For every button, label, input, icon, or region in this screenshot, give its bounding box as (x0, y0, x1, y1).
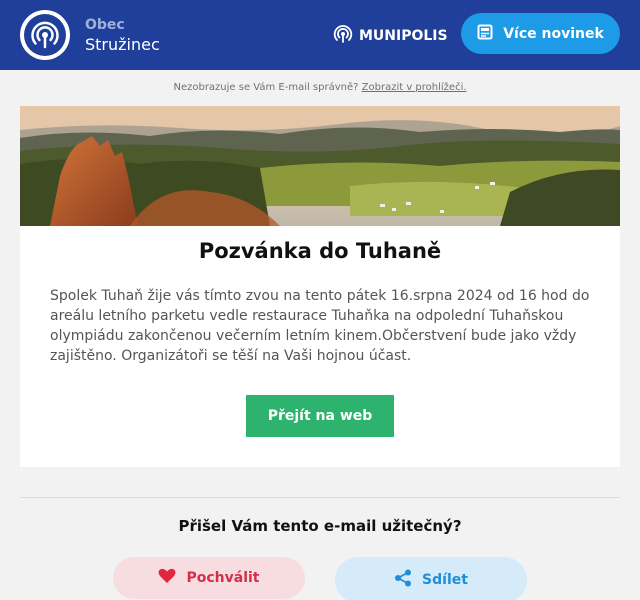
heart-icon (158, 568, 176, 588)
article-card: Pozvánka do Tuhaně Spolek Tuhaň žije vás… (20, 106, 620, 467)
newspaper-icon (477, 24, 493, 44)
share-button[interactable]: Sdílet (335, 557, 527, 600)
notice-text: Nezobrazuje se Vám E-mail správně? (173, 82, 359, 93)
town-name: Stružinec (85, 35, 160, 54)
feedback-question: Přišel Vám tento e-mail užitečný? (178, 517, 462, 535)
view-in-browser-link[interactable]: Zobrazit v prohlížeči. (362, 82, 467, 93)
town-logo[interactable] (20, 10, 70, 60)
article-body: Spolek Tuhaň žije vás tímto zvou na tent… (50, 288, 590, 364)
divider (20, 497, 620, 498)
more-news-button[interactable]: Více novinek (461, 13, 620, 54)
article-title: Pozvánka do Tuhaně (198, 239, 442, 263)
broadcast-icon (24, 14, 66, 56)
brand-name: MUNIPOLIS (359, 28, 448, 44)
hero-image (20, 106, 620, 226)
display-notice: Nezobrazuje se Vám E-mail správně? Zobra… (0, 82, 640, 93)
header: Obec Stružinec MUNIPOLIS Více novinek (0, 0, 640, 70)
praise-label: Pochválit (186, 570, 260, 586)
praise-button[interactable]: Pochválit (113, 557, 305, 599)
broadcast-icon (333, 24, 353, 48)
more-news-label: Více novinek (503, 25, 604, 42)
share-icon (394, 569, 412, 591)
town-prefix: Obec (85, 17, 125, 33)
go-to-web-button[interactable]: Přejít na web (246, 395, 394, 437)
munipolis-brand[interactable]: MUNIPOLIS (333, 24, 448, 48)
share-label: Sdílet (422, 572, 468, 588)
